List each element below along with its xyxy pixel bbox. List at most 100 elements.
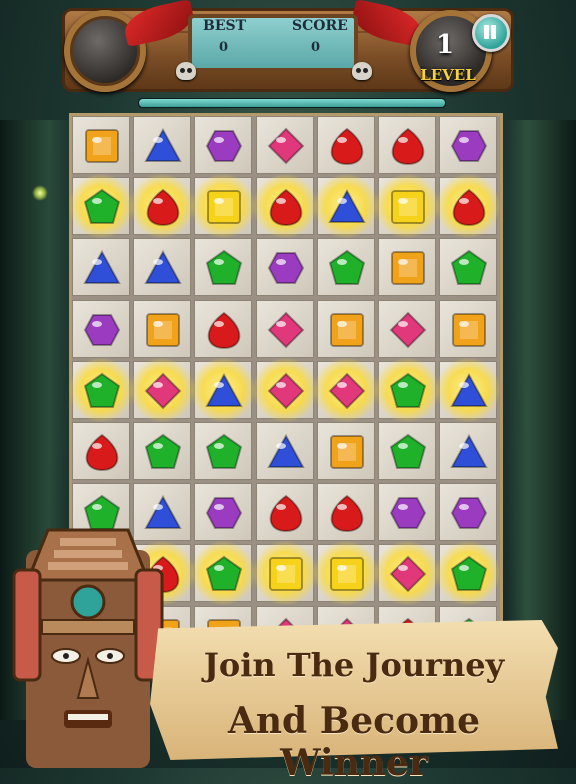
orange-gem-icon[interactable] [144, 311, 182, 349]
orange-gem-icon[interactable] [328, 433, 366, 471]
board-cell[interactable] [255, 422, 314, 480]
pink-gem-icon[interactable] [267, 127, 305, 165]
blue-gem-icon[interactable] [144, 249, 182, 287]
board-cell[interactable] [130, 174, 195, 239]
blue-gem-icon[interactable] [144, 127, 182, 165]
board-cell[interactable] [194, 116, 253, 174]
yellow-gem-icon[interactable] [328, 555, 366, 593]
purple-gem-icon[interactable] [83, 311, 121, 349]
board-cell[interactable] [69, 174, 133, 239]
board-cell[interactable] [72, 116, 130, 174]
board-cell[interactable] [439, 483, 498, 542]
green-gem-icon[interactable] [205, 433, 243, 471]
orange-gem-icon[interactable] [389, 249, 427, 287]
board-cell[interactable] [255, 238, 314, 297]
board-cell[interactable] [252, 174, 317, 239]
board-cell[interactable] [133, 238, 192, 297]
board-cell[interactable] [378, 299, 436, 358]
orange-gem-icon[interactable] [83, 127, 121, 165]
board-cell[interactable] [194, 238, 253, 297]
board-cell[interactable] [194, 422, 253, 480]
board-cell[interactable] [439, 116, 498, 174]
red-gem-icon[interactable] [450, 188, 488, 227]
green-gem-icon[interactable] [389, 372, 427, 410]
board-cell[interactable] [191, 174, 256, 239]
board-cell[interactable] [194, 483, 253, 542]
board-cell[interactable] [191, 541, 256, 606]
green-gem-icon[interactable] [83, 372, 121, 410]
pink-gem-icon[interactable] [144, 372, 182, 410]
green-gem-icon[interactable] [144, 433, 182, 471]
green-gem-icon[interactable] [450, 555, 488, 593]
board-cell[interactable] [252, 541, 317, 606]
board-cell[interactable] [375, 357, 439, 422]
orange-gem-icon[interactable] [328, 311, 366, 349]
yellow-gem-icon[interactable] [389, 188, 427, 226]
red-gem-icon[interactable] [389, 127, 427, 165]
board-cell[interactable] [133, 116, 192, 174]
board-cell[interactable] [69, 357, 133, 422]
green-gem-icon[interactable] [83, 188, 121, 226]
blue-gem-icon[interactable] [266, 433, 305, 471]
board-cell[interactable] [439, 422, 498, 480]
board-cell[interactable] [436, 357, 501, 422]
pink-gem-icon[interactable] [328, 372, 366, 410]
blue-gem-icon[interactable] [205, 372, 244, 410]
board-cell[interactable] [375, 174, 439, 239]
board-cell[interactable] [378, 238, 436, 297]
red-gem-icon[interactable] [144, 188, 182, 227]
board-cell[interactable] [72, 299, 130, 358]
yellow-gem-icon[interactable] [267, 555, 305, 593]
blue-gem-icon[interactable] [450, 433, 488, 471]
purple-gem-icon[interactable] [389, 494, 427, 532]
green-gem-icon[interactable] [328, 249, 366, 287]
green-gem-icon[interactable] [205, 555, 243, 593]
board-cell[interactable] [255, 483, 314, 542]
board-cell[interactable] [194, 299, 253, 358]
green-gem-icon[interactable] [450, 249, 488, 287]
blue-gem-icon[interactable] [328, 188, 366, 226]
purple-gem-icon[interactable] [205, 127, 243, 165]
board-cell[interactable] [191, 357, 256, 422]
board-cell[interactable] [313, 174, 378, 239]
board-cell[interactable] [436, 541, 501, 606]
board-cell[interactable] [72, 422, 130, 480]
board-cell[interactable] [255, 116, 314, 174]
red-gem-icon[interactable] [328, 127, 366, 165]
board-cell[interactable] [133, 299, 192, 358]
red-gem-icon[interactable] [267, 494, 305, 533]
purple-gem-icon[interactable] [450, 494, 488, 532]
pause-button[interactable] [472, 14, 510, 52]
red-gem-icon[interactable] [205, 311, 243, 349]
board-cell[interactable] [439, 238, 498, 297]
board-cell[interactable] [316, 238, 375, 297]
board-cell[interactable] [316, 116, 375, 174]
blue-gem-icon[interactable] [450, 372, 488, 410]
board-cell[interactable] [72, 238, 130, 297]
board-cell[interactable] [130, 357, 195, 422]
board-cell[interactable] [316, 422, 375, 480]
pink-gem-icon[interactable] [267, 311, 305, 349]
board-cell[interactable] [316, 483, 375, 542]
board-cell[interactable] [378, 116, 436, 174]
board-cell[interactable] [378, 483, 436, 542]
red-gem-icon[interactable] [328, 494, 366, 533]
board-cell[interactable] [378, 422, 436, 480]
red-gem-icon[interactable] [267, 188, 305, 227]
board-cell[interactable] [313, 541, 378, 606]
board-cell[interactable] [313, 357, 378, 422]
board-cell[interactable] [252, 357, 317, 422]
purple-gem-icon[interactable] [205, 494, 243, 532]
pink-gem-icon[interactable] [389, 311, 427, 349]
board-cell[interactable] [255, 299, 314, 358]
orange-gem-icon[interactable] [450, 311, 488, 349]
board-cell[interactable] [439, 299, 498, 358]
yellow-gem-icon[interactable] [205, 188, 243, 226]
purple-gem-icon[interactable] [450, 127, 488, 165]
pink-gem-icon[interactable] [389, 555, 427, 593]
board-cell[interactable] [316, 299, 375, 358]
pink-gem-icon[interactable] [267, 372, 305, 410]
green-gem-icon[interactable] [389, 433, 427, 471]
green-gem-icon[interactable] [205, 249, 243, 287]
blue-gem-icon[interactable] [83, 249, 121, 287]
